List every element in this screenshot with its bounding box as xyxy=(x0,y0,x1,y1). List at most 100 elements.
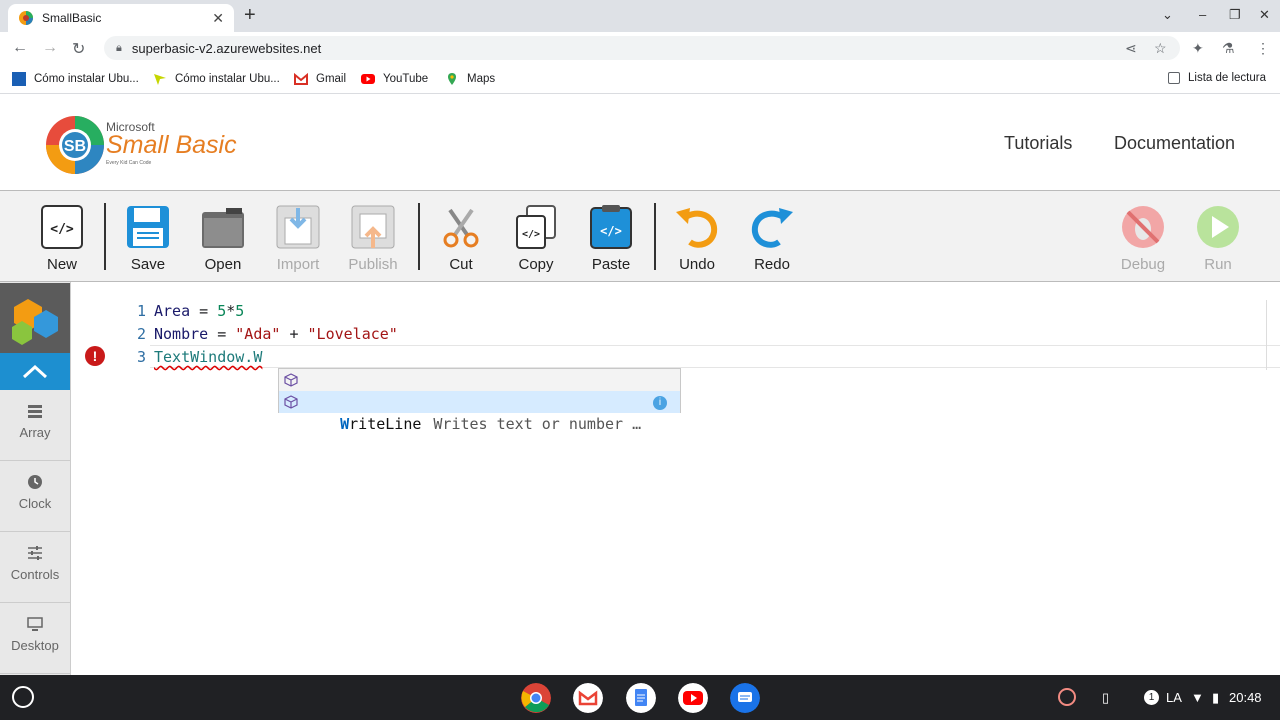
publish-button[interactable]: Publish xyxy=(343,204,403,273)
bookmark-item[interactable]: Gmail xyxy=(294,72,346,86)
bookmark-label: Cómo instalar Ubu... xyxy=(34,73,139,85)
forward-icon[interactable]: → xyxy=(42,39,58,57)
undo-arrow-icon xyxy=(676,208,718,248)
line-number: 2 xyxy=(136,325,146,343)
maps-icon xyxy=(448,73,456,85)
gmail-app-icon[interactable] xyxy=(573,683,603,713)
code-token: = xyxy=(190,302,218,320)
method-cube-icon xyxy=(284,395,298,409)
nav-tutorials[interactable]: Tutorials xyxy=(1004,133,1072,154)
code-line[interactable]: 1 Area = 5*5 xyxy=(128,300,244,322)
sidebar-item-controls[interactable]: Controls xyxy=(0,533,70,603)
undo-button[interactable]: Undo xyxy=(667,204,727,273)
new-tab-icon[interactable]: + xyxy=(244,5,256,25)
profile-icon[interactable]: ⚗ xyxy=(1222,40,1235,57)
code-line[interactable]: 2 Nombre = "Ada" + "Lovelace" xyxy=(128,323,398,345)
monitor-icon xyxy=(27,617,43,631)
phone-hub-icon[interactable]: ▯ xyxy=(1102,690,1109,706)
redo-button[interactable]: Redo xyxy=(742,204,802,273)
sidebar-item-clock[interactable]: Clock xyxy=(0,462,70,532)
error-icon[interactable]: ! xyxy=(85,346,105,366)
nav-documentation[interactable]: Documentation xyxy=(1114,133,1235,154)
bookmark-item[interactable]: Maps xyxy=(445,72,495,86)
url-field[interactable]: 🔒︎ superbasic-v2.azurewebsites.net xyxy=(104,36,1180,60)
sidebar-item-desktop[interactable]: Desktop xyxy=(0,604,70,674)
ubuntu-g-icon xyxy=(12,72,26,86)
open-button[interactable]: Open xyxy=(193,204,253,273)
browser-tab-bar: SmallBasic ✕ + ⌄ – ❐ ✕ xyxy=(0,0,1280,32)
lock-icon: 🔒︎ xyxy=(116,41,122,54)
sidebar-collapse-button[interactable] xyxy=(0,353,70,390)
new-label: New xyxy=(46,256,77,273)
menu-icon[interactable]: ⋮ xyxy=(1256,40,1270,57)
run-button[interactable]: Run xyxy=(1188,204,1248,273)
code-token: TextWindow.W xyxy=(154,348,263,366)
messages-app-icon[interactable] xyxy=(730,683,760,713)
copy-label: Copy xyxy=(518,256,554,273)
bookmark-star-icon[interactable]: ☆ xyxy=(1154,40,1167,57)
docs-app-icon[interactable] xyxy=(626,683,656,713)
toolbar-divider xyxy=(104,203,106,270)
launcher-icon[interactable] xyxy=(12,686,34,708)
reading-list-label: Lista de lectura xyxy=(1188,72,1266,84)
import-label: Import xyxy=(276,256,320,273)
code-token: 5 xyxy=(217,302,227,320)
cut-button[interactable]: Cut xyxy=(431,204,491,273)
autocomplete-popup: Write WriteLine Writes text or number … i xyxy=(278,368,681,433)
save-button[interactable]: Save xyxy=(118,204,178,273)
share-icon[interactable]: ⋖ xyxy=(1125,40,1137,57)
method-cube-icon xyxy=(284,373,298,387)
bookmark-item[interactable]: Cómo instalar Ubu... xyxy=(12,72,139,86)
sidebar-item-label: Array xyxy=(19,425,51,440)
line-number: 1 xyxy=(136,302,146,320)
screen-record-icon[interactable] xyxy=(1058,688,1076,706)
sidebar-item-array[interactable]: Array xyxy=(0,391,70,461)
clock-time[interactable]: 20:48 xyxy=(1229,690,1262,705)
restore-icon[interactable]: ❐ xyxy=(1229,7,1241,23)
info-icon[interactable]: i xyxy=(653,396,667,410)
bookmark-item[interactable]: YouTube xyxy=(361,72,428,86)
wifi-icon[interactable]: ▼ xyxy=(1191,690,1204,705)
svg-text:SB: SB xyxy=(64,138,86,155)
open-folder-icon xyxy=(202,208,244,248)
copy-icon: </> xyxy=(516,205,556,249)
browser-tab[interactable]: SmallBasic ✕ xyxy=(8,4,234,32)
blocks-icon xyxy=(12,299,58,345)
minimize-icon[interactable]: – xyxy=(1199,7,1206,22)
new-button[interactable]: </> New xyxy=(32,204,92,273)
code-token: Nombre xyxy=(154,325,209,343)
svg-text:</>: </> xyxy=(600,224,622,238)
youtube-app-icon[interactable] xyxy=(678,683,708,713)
bookmark-label: Maps xyxy=(467,73,496,85)
save-label: Save xyxy=(130,256,166,273)
gmail-icon xyxy=(294,72,308,85)
bookmark-item[interactable]: Cómo instalar Ubu... xyxy=(153,72,280,86)
import-button[interactable]: Import xyxy=(268,204,328,273)
reading-list[interactable]: Lista de lectura xyxy=(1168,72,1266,84)
close-window-icon[interactable]: ✕ xyxy=(1259,7,1270,23)
suggestion-item-selected[interactable]: WriteLine Writes text or number … i xyxy=(279,391,680,433)
close-tab-icon[interactable]: ✕ xyxy=(212,10,224,27)
back-icon[interactable]: ← xyxy=(12,39,28,57)
paste-button[interactable]: </> Paste xyxy=(581,204,641,273)
suggestion-match: W xyxy=(340,415,350,433)
suggestion-description: Writes text or number … xyxy=(433,415,642,433)
keyboard-language[interactable]: LA xyxy=(1166,690,1182,705)
code-line[interactable]: 3 TextWindow.W xyxy=(128,346,262,368)
line-number: 3 xyxy=(136,348,146,366)
battery-icon[interactable]: ▮ xyxy=(1212,690,1219,706)
copy-button[interactable]: </> Copy xyxy=(506,204,566,273)
url-text: superbasic-v2.azurewebsites.net xyxy=(131,40,322,56)
open-label: Open xyxy=(204,256,242,273)
reload-icon[interactable]: ↻ xyxy=(72,39,85,59)
chrome-app-icon[interactable] xyxy=(521,683,551,713)
tab-search-icon[interactable]: ⌄ xyxy=(1162,7,1173,23)
extensions-icon[interactable]: ✦ xyxy=(1192,40,1204,57)
debug-button[interactable]: Debug xyxy=(1113,204,1173,273)
bookmark-label: Gmail xyxy=(316,73,347,85)
notification-count[interactable]: 1 xyxy=(1144,690,1159,705)
paste-clipboard-icon: </> xyxy=(590,205,632,249)
editor-scrollbar[interactable] xyxy=(1266,300,1280,370)
sidebar-blocks-logo[interactable] xyxy=(0,283,70,353)
suggestion-item[interactable]: Write xyxy=(279,369,680,411)
